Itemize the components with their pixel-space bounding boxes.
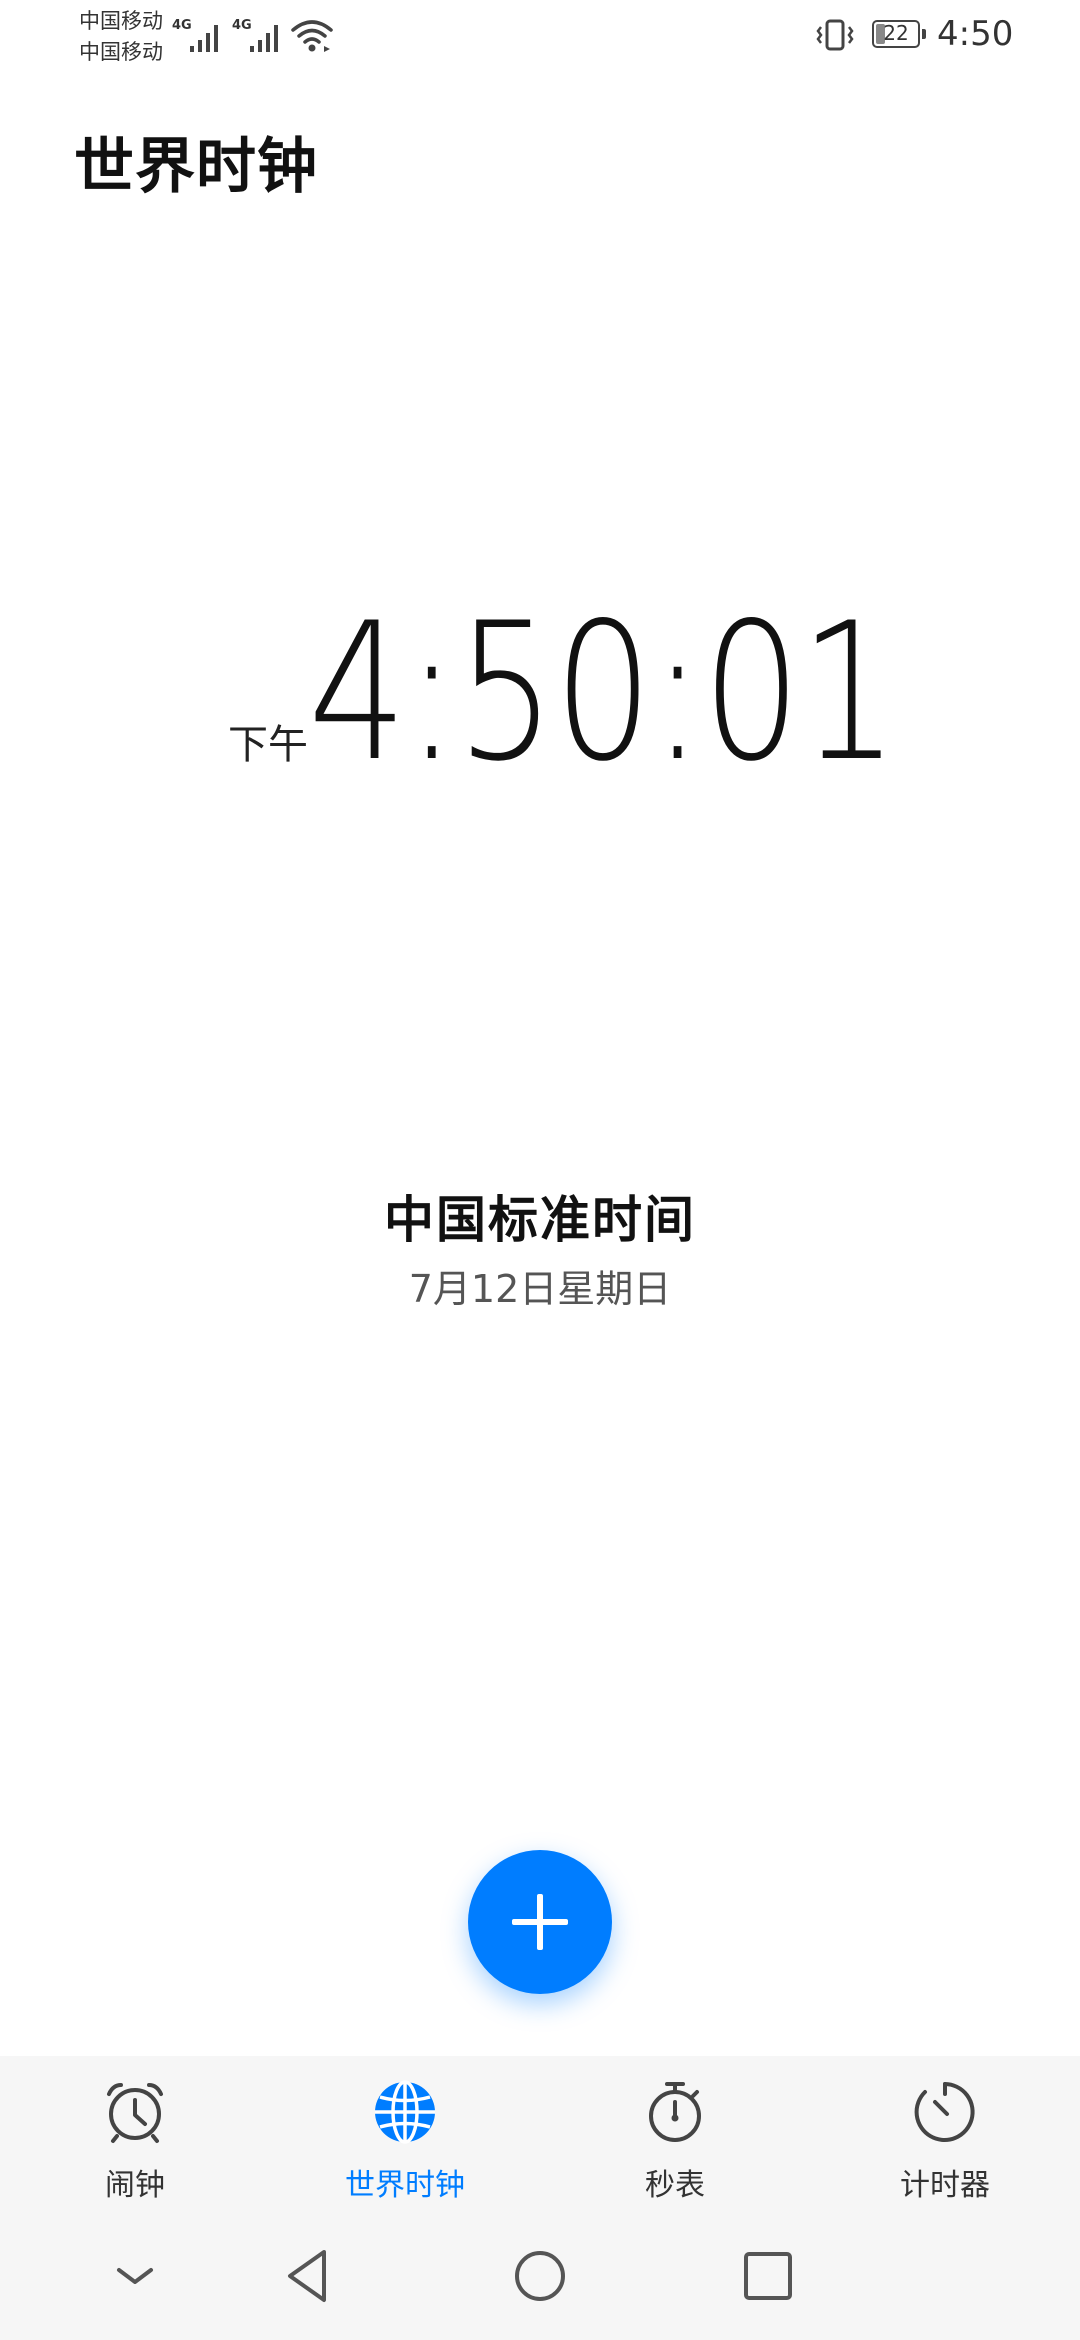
current-time: 4:50:01 <box>308 582 899 803</box>
timer-icon <box>914 2082 975 2142</box>
timezone-name: 中国标准时间 <box>384 1191 696 1249</box>
recents-icon[interactable] <box>728 2236 808 2316</box>
tab-timer[interactable]: 计时器 <box>810 2056 1080 2216</box>
timezone-date: 7月12日星期日 <box>408 1267 672 1311</box>
stopwatch-icon <box>649 2082 701 2142</box>
collapse-icon[interactable] <box>95 2236 175 2316</box>
battery-icon: 22 <box>872 20 926 48</box>
tab-alarm[interactable]: 闹钟 <box>0 2056 270 2216</box>
home-icon[interactable] <box>500 2236 580 2316</box>
wifi-icon <box>291 20 333 52</box>
signal-bars-icon <box>250 25 278 52</box>
globe-icon <box>375 2080 435 2144</box>
carrier-2: 中国移动 <box>79 40 163 64</box>
tab-world-clock[interactable]: 世界时钟 <box>270 2056 540 2216</box>
carrier-1: 中国移动 <box>79 9 163 33</box>
tab-label: 闹钟 <box>105 2168 165 2203</box>
status-time: 4:50 <box>937 14 1014 54</box>
tab-label: 世界时钟 <box>345 2168 465 2203</box>
tab-label: 秒表 <box>645 2168 705 2203</box>
ampm-label: 下午 <box>228 722 308 768</box>
tab-label: 计时器 <box>900 2168 990 2203</box>
carrier-names: 中国移动 中国移动 <box>79 6 163 68</box>
add-city-button[interactable] <box>468 1850 612 1994</box>
alarm-clock-icon <box>107 2083 163 2143</box>
back-icon[interactable] <box>268 2236 348 2316</box>
local-clock: 下午 4:50:01 <box>0 582 1080 803</box>
bottom-tab-bar: 闹钟 世界时钟 秒表 计时器 <box>0 2056 1080 2216</box>
signal-bars-icon <box>190 25 218 52</box>
tab-stopwatch[interactable]: 秒表 <box>540 2056 810 2216</box>
plus-icon <box>512 1894 568 1950</box>
battery-level: 22 <box>883 21 909 45</box>
vibrate-icon <box>816 19 854 51</box>
page-title: 世界时钟 <box>74 132 318 202</box>
system-nav-bar <box>0 2216 1080 2340</box>
status-bar: 中国移动 中国移动 4G 4G 22 4:50 <box>0 0 1080 72</box>
